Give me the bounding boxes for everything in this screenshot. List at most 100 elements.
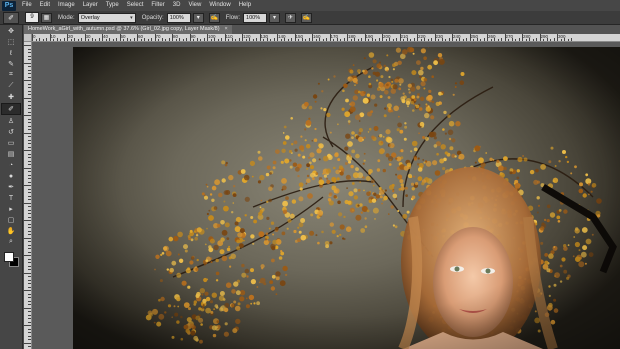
menu-select[interactable]: Select xyxy=(123,0,148,11)
hand-tool[interactable]: ✋ xyxy=(2,226,20,236)
menu-file[interactable]: File xyxy=(18,0,36,11)
leaf xyxy=(215,279,219,282)
ruler-tick xyxy=(249,38,250,41)
leaf xyxy=(272,233,275,236)
leaf xyxy=(347,76,353,82)
menu-filter[interactable]: Filter xyxy=(147,0,168,11)
mode-select[interactable]: Overlay ▾ xyxy=(77,12,136,23)
leaf xyxy=(268,186,273,192)
leaf xyxy=(210,310,214,314)
dodge-tool[interactable]: ● xyxy=(2,171,20,181)
type-tool[interactable]: T xyxy=(2,193,20,203)
opacity-field[interactable]: 100% xyxy=(166,12,191,23)
marquee-tool[interactable]: ⬚ xyxy=(2,37,20,47)
leaf xyxy=(258,231,265,238)
menu-edit[interactable]: Edit xyxy=(36,0,54,11)
document-tab[interactable]: HomeWork_aGirl_with_autumn.psd @ 37.6% (… xyxy=(24,25,232,34)
ruler-tick xyxy=(410,39,411,41)
ruler-tick xyxy=(24,115,31,116)
path-select-tool[interactable]: ▸ xyxy=(2,204,20,214)
healing-brush-icon: ✚ xyxy=(8,94,14,101)
ruler-tick xyxy=(112,39,114,41)
tool-preset-picker[interactable]: ✐ xyxy=(3,11,19,24)
menu-window[interactable]: Window xyxy=(205,0,234,11)
brush-tool[interactable]: ✐ xyxy=(1,103,21,115)
canvas-area[interactable] xyxy=(32,42,620,349)
leaf xyxy=(297,226,300,229)
leaf xyxy=(351,209,354,212)
leaf xyxy=(168,236,174,242)
leaf xyxy=(291,143,294,146)
leaf xyxy=(177,231,183,238)
leaf xyxy=(251,175,254,178)
opacity-value: 100% xyxy=(169,14,184,21)
leaf xyxy=(578,249,581,252)
eyedropper-tool[interactable]: ⟋ xyxy=(2,81,20,91)
leaf xyxy=(281,188,284,191)
gradient-tool[interactable]: ▤ xyxy=(2,149,20,159)
opacity-slider-button[interactable]: ▾ xyxy=(192,12,204,23)
leaf xyxy=(565,155,568,159)
leaf xyxy=(449,146,454,151)
leaf xyxy=(176,272,182,278)
brush-size-picker[interactable]: 9 xyxy=(25,12,39,23)
ruler-tick xyxy=(126,38,128,41)
airbrush-button[interactable]: ✈ xyxy=(285,12,297,23)
flow-field[interactable]: 100% xyxy=(243,12,268,23)
crop-tool[interactable]: ⌗ xyxy=(2,70,20,80)
leaf xyxy=(343,215,346,219)
leaf xyxy=(380,141,384,144)
leaf xyxy=(386,69,389,72)
leaf xyxy=(203,195,209,200)
leaf xyxy=(420,81,426,87)
shape-tool[interactable]: ▢ xyxy=(2,215,20,225)
vertical-ruler[interactable] xyxy=(24,41,32,349)
leaf xyxy=(351,182,355,185)
menu-type[interactable]: Type xyxy=(102,0,123,11)
leaf xyxy=(331,229,336,234)
history-brush-tool[interactable]: ↺ xyxy=(2,127,20,137)
leaf xyxy=(337,200,341,205)
leaf xyxy=(171,316,173,319)
leaf xyxy=(249,160,255,166)
blur-tool[interactable]: ◔ xyxy=(2,160,20,170)
leaf xyxy=(236,246,241,251)
horizontal-ruler[interactable]: 0 10 20 30 40 50 60 70 80 90 100 110 120 130 140 150 160… xyxy=(24,34,620,42)
eraser-tool[interactable]: ▭ xyxy=(2,138,20,148)
flow-slider-button[interactable]: ▾ xyxy=(269,12,281,23)
menu-view[interactable]: View xyxy=(184,0,205,11)
ruler-origin[interactable] xyxy=(24,34,32,42)
menu-3d[interactable]: 3D xyxy=(169,0,185,11)
blur-icon: ◔ xyxy=(8,161,14,169)
leaf xyxy=(305,182,308,185)
leaf xyxy=(193,230,196,233)
leaf xyxy=(398,115,400,118)
leaf xyxy=(282,200,288,207)
zoom-tool[interactable]: ⌕ xyxy=(2,237,20,247)
pressure-size-button[interactable]: ✍ xyxy=(301,12,313,23)
lasso-tool[interactable]: ℓ xyxy=(2,48,20,58)
ruler-tick xyxy=(56,38,58,41)
leaf xyxy=(203,263,206,266)
leaf xyxy=(327,78,330,81)
brush-panel-toggle-button[interactable]: ▦ xyxy=(41,12,52,23)
leaf xyxy=(407,105,409,108)
clone-stamp-tool[interactable]: ♙ xyxy=(2,116,20,126)
ruler-tick xyxy=(28,76,31,78)
leaf xyxy=(304,101,309,107)
pen-tool[interactable]: ✒ xyxy=(2,182,20,192)
quick-select-tool[interactable]: ✎ xyxy=(2,59,20,69)
move-tool[interactable]: ✥ xyxy=(2,26,20,36)
document-image[interactable] xyxy=(73,47,620,349)
leaf xyxy=(389,142,395,149)
foreground-color-swatch[interactable] xyxy=(4,252,14,262)
menu-help[interactable]: Help xyxy=(235,0,255,11)
leaf xyxy=(221,160,226,165)
ruler-tick xyxy=(210,39,212,41)
healing-brush-tool[interactable]: ✚ xyxy=(2,92,20,102)
pressure-opacity-button[interactable]: ✍ xyxy=(208,12,220,23)
ruler-tick xyxy=(501,38,502,41)
menu-image[interactable]: Image xyxy=(54,0,79,11)
close-icon[interactable]: × xyxy=(225,25,228,34)
menu-layer[interactable]: Layer xyxy=(79,0,102,11)
